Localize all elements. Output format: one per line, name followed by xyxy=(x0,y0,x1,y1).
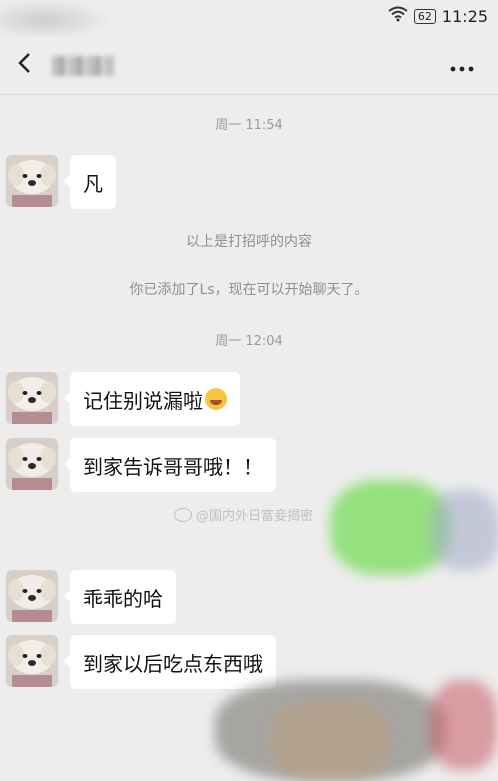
system-message: 以上是打招呼的内容 xyxy=(186,234,312,250)
scribble-red xyxy=(430,680,498,770)
clock: 11:25 xyxy=(441,6,488,26)
contact-name-blurred xyxy=(52,56,114,76)
avatar[interactable] xyxy=(6,570,58,622)
avatar[interactable] xyxy=(6,438,58,490)
system-message: 你已添加了Ls，现在可以开始聊天了。 xyxy=(129,282,369,298)
watermark-text: @国内外日富妾揭密 xyxy=(196,509,314,524)
weibo-icon xyxy=(174,507,192,522)
scribble-grey xyxy=(430,490,498,570)
avatar[interactable] xyxy=(6,155,58,207)
watermark: @国内外日富妾揭密 xyxy=(174,505,313,524)
timestamp: 周一 11:54 xyxy=(215,118,283,133)
more-dots-icon xyxy=(450,53,474,77)
message-bubble[interactable]: 记住别说漏啦 xyxy=(64,372,240,426)
scribble-tan xyxy=(270,700,390,781)
avatar[interactable] xyxy=(6,372,58,424)
blurred-status-area xyxy=(0,0,110,40)
crying-laughing-emoji-icon xyxy=(205,388,227,410)
message-bubble[interactable]: 乖乖的哈 xyxy=(64,570,176,624)
status-bar: 62 11:25 xyxy=(0,0,498,40)
back-button[interactable] xyxy=(8,48,40,82)
chat-header xyxy=(0,36,498,95)
timestamp: 周一 12:04 xyxy=(215,334,283,349)
message-bubble[interactable]: 到家以后吃点东西哦 xyxy=(64,635,276,689)
wifi-icon xyxy=(388,6,408,26)
message-bubble[interactable]: 到家告诉哥哥哦！！ xyxy=(64,438,276,492)
avatar[interactable] xyxy=(6,635,58,687)
message-text: 记住别说漏啦 xyxy=(83,388,203,413)
status-indicators: 62 11:25 xyxy=(388,5,488,27)
more-button[interactable] xyxy=(448,52,476,78)
battery-icon: 62 xyxy=(413,8,436,24)
chevron-left-icon xyxy=(17,52,31,78)
message-bubble[interactable]: 凡 xyxy=(64,155,116,209)
